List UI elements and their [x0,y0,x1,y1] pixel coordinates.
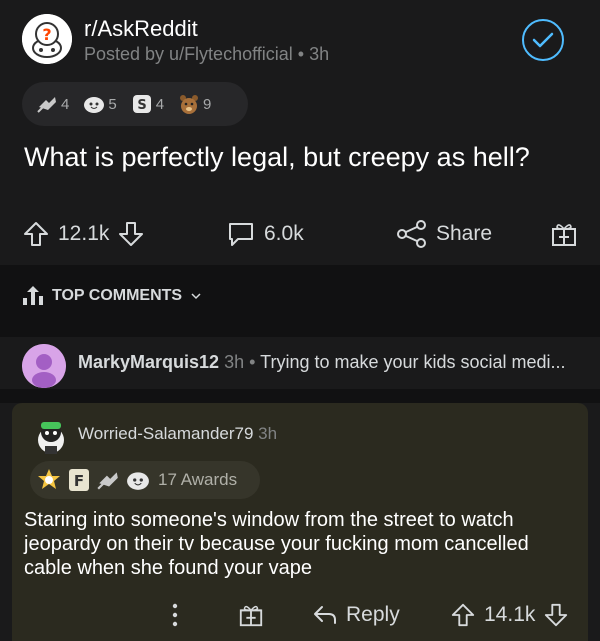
posted-by-user[interactable]: Posted by u/Flytechofficial [84,44,293,64]
post-card: ? r/AskReddit Posted by u/Flytechofficia… [0,0,600,265]
comment-author[interactable]: Worried-Salamander79 [78,424,253,443]
avatar[interactable] [22,344,66,388]
post-title[interactable]: What is perfectly legal, but creepy as h… [24,142,530,173]
award-count: 5 [108,95,117,113]
divider [0,389,600,403]
comment-awards-bar[interactable]: F 17 Awards [30,461,260,499]
silver-award-icon [97,472,118,490]
more-vertical-icon [172,603,178,627]
post-time: 3h [309,44,330,64]
comments-button[interactable]: 6.0k [226,210,304,258]
comment-score: 14.1k [484,603,536,626]
comment-time: 3h [258,424,278,443]
gift-icon [552,224,576,246]
sort-dropdown[interactable]: TOP COMMENTS [22,285,202,307]
comment-bubble-icon [229,223,253,246]
svg-text:?: ? [42,25,51,44]
reply-arrow-icon [314,606,336,624]
wholesome-award-icon [83,93,105,115]
meta-dot: • [297,44,310,64]
comment-preview: Trying to make your kids social medi... [260,352,566,372]
check-icon [532,32,554,48]
svg-text:S: S [137,98,146,113]
comments-count: 6.0k [264,222,304,245]
joined-check-button[interactable] [522,19,564,61]
share-icon [397,220,426,248]
subreddit-avatar[interactable]: ? [22,14,72,64]
sort-rising-icon [23,286,43,305]
subreddit-name[interactable]: r/AskReddit [84,16,198,42]
sort-label: TOP COMMENTS [52,287,183,304]
silver-award-icon [36,93,58,115]
share-label: Share [436,222,493,245]
award-count: 9 [203,95,212,113]
post-action-bar: 12.1k 6.0k Share [0,210,600,258]
post-meta: Posted by u/Flytechofficial • 3h [84,44,329,65]
downvote-icon[interactable] [117,220,145,248]
award-count: 4 [155,95,165,113]
chevron-down-icon [191,293,201,300]
share-button[interactable]: Share [396,210,492,258]
award-item: 4 [36,93,69,115]
post-score: 12.1k [58,222,110,245]
f-award-icon: F [69,469,89,491]
reply-label: Reply [346,603,400,626]
more-options-button[interactable] [170,592,180,638]
gold-award-icon [38,469,60,489]
award-item: 9 [178,93,211,115]
comment-header: Worried-Salamander79 3h [78,424,277,444]
comment-time: 3h [224,352,245,372]
award-gift-button[interactable] [550,210,578,258]
downvote-icon[interactable] [543,602,569,628]
gift-icon [239,605,263,627]
award-count: 4 [61,95,70,113]
bear-award-icon [178,93,200,115]
vote-group: 12.1k [22,210,145,258]
award-item: 5 [83,93,117,115]
meta-dot: • [249,352,261,372]
collapsed-comment-line: MarkyMarquis12 3h • Trying to make your … [78,352,566,373]
comment-action-bar: Reply 14.1k [0,592,600,638]
comment-author[interactable]: MarkyMarquis12 [78,352,219,372]
post-awards-bar[interactable]: 4 5 S 4 9 [22,82,248,126]
avatar[interactable] [30,414,72,456]
coin-award-icon: S [131,93,153,115]
comment-body: Staring into someone's window from the s… [24,509,529,579]
award-gift-button[interactable] [238,592,264,638]
award-item: S 4 [131,93,164,115]
upvote-icon[interactable] [22,220,50,248]
svg-text:F: F [74,472,84,490]
awards-count: 17 Awards [158,470,238,489]
reply-button[interactable]: Reply [312,592,400,638]
wholesome-award-icon [127,472,149,490]
upvote-icon[interactable] [450,602,476,628]
comment-vote-group: 14.1k [450,592,569,638]
